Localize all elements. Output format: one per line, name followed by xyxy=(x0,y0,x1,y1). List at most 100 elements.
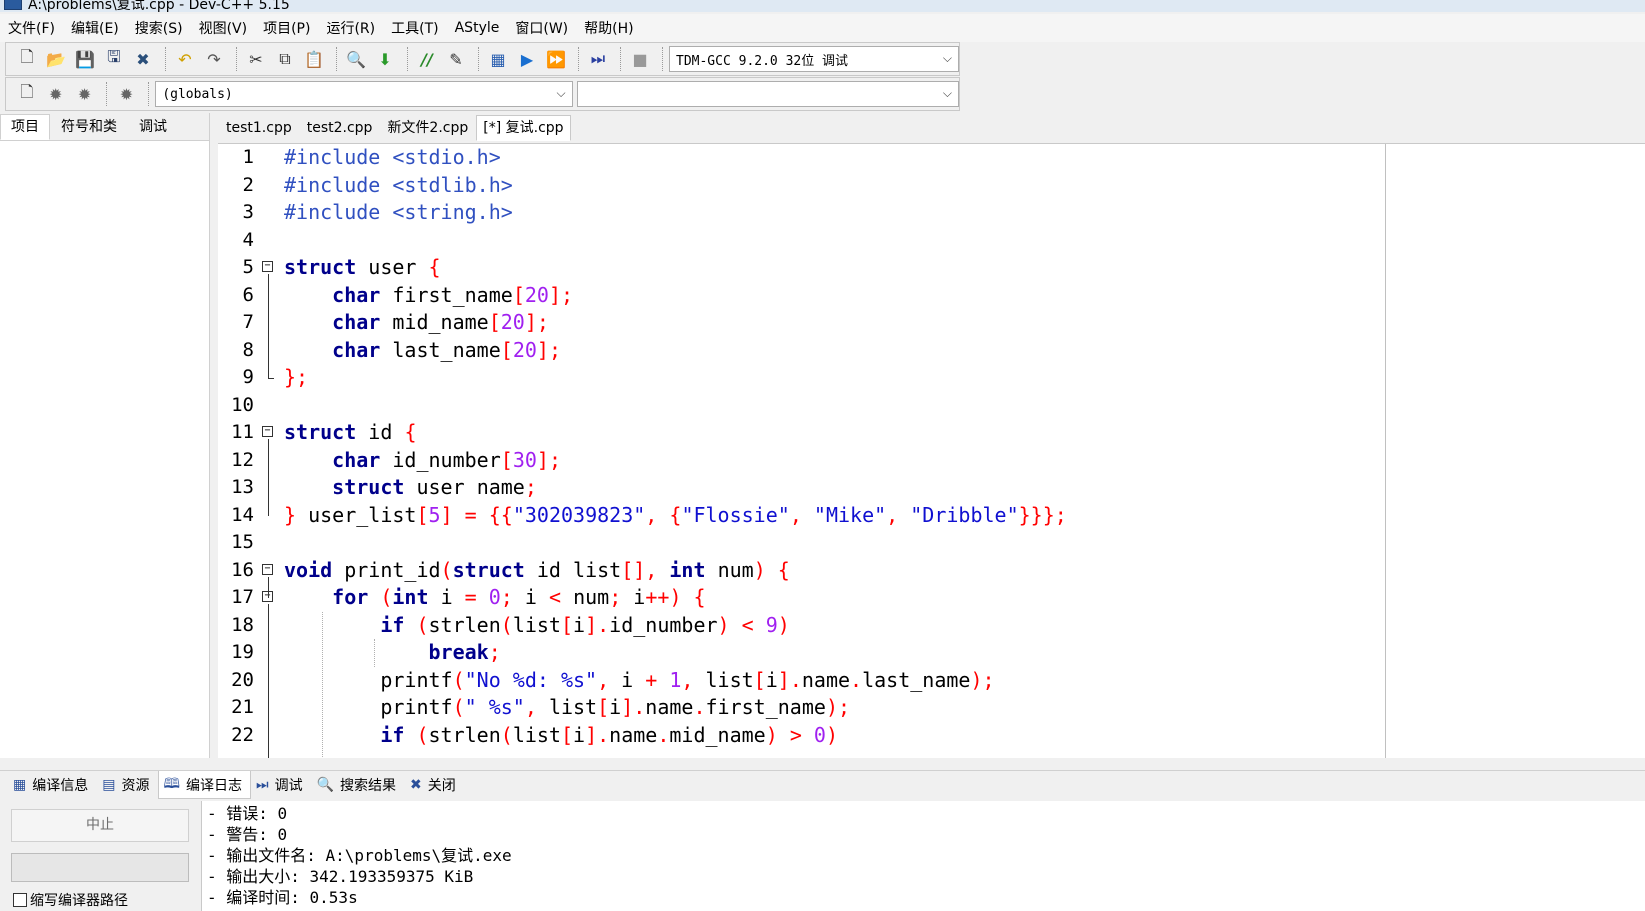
fold-collapse-icon[interactable]: − xyxy=(262,426,273,437)
tab-compile-log-label: 编译日志 xyxy=(185,777,242,794)
code-line[interactable]: 3 #include <string.h> xyxy=(218,199,1618,227)
code-line[interactable]: 12 char id_number[30]; xyxy=(218,447,1618,475)
run-icon[interactable]: ▶ xyxy=(514,46,540,72)
code-line[interactable]: 13 struct user name; xyxy=(218,474,1618,502)
code-line[interactable]: 19 break; xyxy=(218,639,1618,667)
menu-view[interactable]: 视图(V) xyxy=(199,18,248,38)
tab-debug-output[interactable]: ⏭ 调试 xyxy=(251,771,312,799)
gear-icon[interactable]: ✹ xyxy=(113,81,139,107)
code-text: } user_list[5] = {{"302039823", {"Flossi… xyxy=(284,502,1067,527)
tab-file-test1[interactable]: test1.cpp xyxy=(219,115,299,141)
code-line[interactable]: 7 char mid_name[20]; xyxy=(218,309,1618,337)
tab-file-test2[interactable]: test2.cpp xyxy=(300,115,380,141)
redo-icon[interactable]: ↷ xyxy=(201,46,227,72)
stop-icon[interactable]: ■ xyxy=(627,46,653,72)
code-line[interactable]: 1 #include <stdio.h> xyxy=(218,144,1618,172)
undo-icon[interactable]: ↶ xyxy=(172,46,198,72)
code-line[interactable]: 9}; xyxy=(218,364,1618,392)
tab-close[interactable]: ✖ 关闭 xyxy=(405,771,465,799)
shorten-paths-option[interactable]: 缩写编译器路径 xyxy=(13,890,128,910)
code-editor[interactable]: 1 #include <stdio.h> 2 #include <stdlib.h> 3… xyxy=(218,143,1645,758)
gear-icon[interactable]: ✹ xyxy=(72,81,98,107)
tab-file-active[interactable]: [*] 复试.cpp xyxy=(476,115,571,141)
code-line[interactable]: 8 char last_name[20]; xyxy=(218,337,1618,365)
code-line[interactable]: 17− for (int i = 0; i < num; i++) { xyxy=(218,584,1618,612)
copy-icon[interactable]: ⧉ xyxy=(272,46,298,72)
save-icon[interactable]: 💾 xyxy=(72,46,98,72)
compiler-select-value: TDM-GCC 9.2.0 32位 调试 xyxy=(676,53,849,69)
debug-icon[interactable]: ⏭ xyxy=(585,46,611,72)
menu-tools[interactable]: 工具(T) xyxy=(391,18,438,38)
format-icon[interactable]: ✎ xyxy=(443,46,469,72)
save-all-icon[interactable]: 🖫 xyxy=(101,46,127,72)
menu-project[interactable]: 项目(P) xyxy=(263,18,310,38)
menu-window[interactable]: 窗口(W) xyxy=(515,18,568,38)
compile-run-icon[interactable]: ⏩ xyxy=(543,46,569,72)
cut-icon[interactable]: ✂ xyxy=(243,46,269,72)
debug-step-icon: ⏭ xyxy=(255,777,269,793)
fold-collapse-icon[interactable]: − xyxy=(262,563,273,575)
new-class-icon[interactable]: 🗋 xyxy=(14,81,40,107)
close-file-icon[interactable]: ✖ xyxy=(130,46,156,72)
line-number: 22 xyxy=(231,723,254,746)
tab-file-new2[interactable]: 新文件2.cpp xyxy=(380,115,475,141)
code-line[interactable]: 2 #include <stdlib.h> xyxy=(218,172,1618,200)
new-file-icon[interactable]: 🗋 xyxy=(14,46,40,72)
line-number: 15 xyxy=(231,531,254,553)
title-bar: A:\problems\复试.cpp - Dev-C++ 5.15 xyxy=(0,0,1645,12)
code-text: void print_id(struct id list[], int num)… xyxy=(284,557,790,582)
tab-compile-log[interactable]: 🕮 编译日志 xyxy=(158,771,251,799)
tab-symbols[interactable]: 符号和类 xyxy=(50,114,128,140)
code-text: printf("No %d: %s", i + 1, list[i].name.… xyxy=(380,667,995,692)
code-line[interactable]: 20 printf("No %d: %s", i + 1, list[i].na… xyxy=(218,667,1618,695)
chevron-down-icon: ⌵ xyxy=(556,86,566,100)
menu-run[interactable]: 运行(R) xyxy=(326,18,375,38)
code-line[interactable]: 18 if (strlen(list[i].id_number) < 9) xyxy=(218,612,1618,640)
comment-icon[interactable]: // xyxy=(414,46,440,72)
search-icon: 🔍 xyxy=(316,777,335,793)
code-line[interactable]: 4 xyxy=(218,227,1618,255)
open-file-icon[interactable]: 📂 xyxy=(43,46,69,72)
tab-search-results[interactable]: 🔍 搜索结果 xyxy=(312,771,405,799)
compile-controls: 中止 缩写编译器路径 xyxy=(0,801,200,911)
log-line: - 错误: 0 xyxy=(207,804,288,823)
code-line[interactable]: 16− void print_id(struct id list[], int n… xyxy=(218,557,1618,585)
gear-icon[interactable]: ✹ xyxy=(43,81,69,107)
fold-guide xyxy=(268,576,269,598)
menu-help[interactable]: 帮助(H) xyxy=(584,18,633,38)
fold-guide xyxy=(268,604,269,758)
menu-astyle[interactable]: AStyle xyxy=(455,20,500,36)
fold-collapse-icon[interactable]: − xyxy=(262,261,273,272)
code-text: if (strlen(list[i].id_number) < 9) xyxy=(380,612,790,637)
tab-search-results-label: 搜索结果 xyxy=(340,778,397,794)
code-line[interactable]: 22 if (strlen(list[i].name.mid_name) > 0… xyxy=(218,722,1618,750)
shorten-paths-checkbox[interactable] xyxy=(13,893,27,907)
find-icon[interactable]: 🔍 xyxy=(343,46,369,72)
code-line[interactable]: 10 xyxy=(218,392,1618,420)
menu-search[interactable]: 搜索(S) xyxy=(135,18,183,38)
tab-resources[interactable]: ▤ 资源 xyxy=(97,771,158,799)
code-line[interactable]: 5− struct user { xyxy=(218,254,1618,282)
tab-debug[interactable]: 调试 xyxy=(128,114,178,140)
line-number: 2 xyxy=(242,173,254,196)
compile-log[interactable]: - 错误: 0 - 警告: 0 - 输出文件名: A:\problems\复试.… xyxy=(201,801,1645,911)
code-line[interactable]: 14} user_list[5] = {{"302039823", {"Flos… xyxy=(218,502,1618,530)
tab-debug-output-label: 调试 xyxy=(274,778,303,794)
goto-icon[interactable]: ⬇ xyxy=(372,46,398,72)
member-select[interactable]: ⌵ xyxy=(576,81,960,107)
compiler-select[interactable]: TDM-GCC 9.2.0 32位 调试 ⌵ xyxy=(669,46,959,72)
line-number: 9 xyxy=(242,366,254,388)
scope-select[interactable]: (globals) ⌵ xyxy=(155,81,573,107)
menu-file[interactable]: 文件(F) xyxy=(8,18,55,38)
abort-button[interactable]: 中止 xyxy=(11,809,189,842)
fold-guide xyxy=(268,274,269,378)
code-line[interactable]: 6 char first_name[20]; xyxy=(218,282,1618,310)
code-line[interactable]: 15 xyxy=(218,529,1618,557)
code-line[interactable]: 21 printf(" %s", list[i].name.first_name… xyxy=(218,694,1618,722)
paste-icon[interactable]: 📋 xyxy=(301,46,327,72)
tab-project[interactable]: 项目 xyxy=(0,114,50,140)
tab-compiler[interactable]: ▦ 编译信息 xyxy=(8,771,97,799)
compile-icon[interactable]: ▦ xyxy=(485,46,511,72)
code-line[interactable]: 11− struct id { xyxy=(218,419,1618,447)
menu-edit[interactable]: 编辑(E) xyxy=(71,18,119,38)
